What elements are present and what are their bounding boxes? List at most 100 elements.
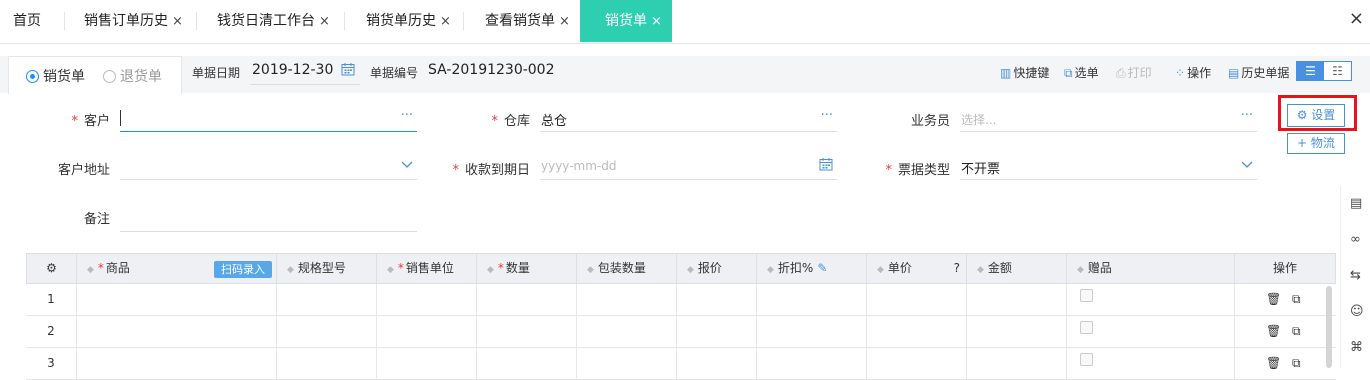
customer-field[interactable]: ··· (120, 108, 417, 132)
print-button[interactable]: ⎙ 打印 (1116, 64, 1152, 81)
cell-divider (1066, 316, 1067, 348)
right-dock: ▤ ∞ ⇆ ☺ ⌘ (1340, 186, 1370, 368)
remark-label: 备注 (40, 208, 110, 227)
delete-icon[interactable]: 🗑 (1266, 292, 1281, 306)
table-scrollbar[interactable] (1326, 286, 1332, 368)
cell-divider (966, 348, 967, 380)
tab-label: 销货单历史 (366, 13, 436, 29)
logistics-button[interactable]: + 物流 (1287, 133, 1345, 154)
notes-icon[interactable]: ▤ (1350, 196, 1362, 211)
column-gift[interactable]: ◆ 赠品 (1067, 254, 1235, 283)
list-view-icon[interactable]: ☰ (1297, 62, 1324, 80)
close-icon[interactable]: × (319, 14, 330, 29)
tab-label: 钱货日清工作台 (217, 13, 315, 29)
required-mark: * (885, 163, 892, 178)
chevron-down-icon[interactable] (1241, 158, 1253, 173)
column-amount[interactable]: ◆ 金额 (967, 254, 1067, 283)
exchange-icon[interactable]: ⇆ (1350, 268, 1361, 283)
gift-checkbox[interactable] (1080, 353, 1093, 366)
cell-divider (576, 316, 577, 348)
column-package-qty[interactable]: ◆ 包装数量 (577, 254, 677, 283)
sort-icon[interactable]: ◆ (977, 265, 984, 275)
copy-row-icon[interactable]: ⧉ (1292, 292, 1301, 307)
tab-sales-doc[interactable]: 销货单 × (580, 0, 672, 42)
sort-icon[interactable]: ◆ (487, 265, 494, 275)
tab-bar: 首页 销售订单历史 × 钱货日清工作台 × 销货单历史 × 查看销货单 × 销货单 × × (0, 0, 1370, 44)
ellipsis-icon[interactable]: ··· (401, 108, 413, 123)
gift-checkbox[interactable] (1080, 321, 1093, 334)
column-actions: 操作 (1235, 254, 1335, 283)
history-docs-button[interactable]: ▤ 历史单据 (1228, 64, 1289, 81)
sort-icon[interactable]: ◆ (877, 265, 884, 275)
radio-sales-doc[interactable]: 销货单 (26, 66, 85, 86)
edit-icon[interactable]: ✎ (817, 261, 827, 275)
delete-icon[interactable]: 🗑 (1266, 324, 1281, 338)
settings-button[interactable]: ⚙ 设置 (1287, 104, 1345, 127)
column-quote[interactable]: ◆ 报价 (677, 254, 757, 283)
cell-divider (376, 348, 377, 380)
radio-return-doc[interactable]: 退货单 (103, 66, 162, 86)
sort-icon[interactable]: ◆ (87, 265, 94, 275)
column-settings-icon[interactable]: ⚙ (27, 254, 77, 283)
tab-home[interactable]: 首页 (13, 0, 41, 42)
cell-divider (476, 284, 477, 316)
gift-checkbox[interactable] (1080, 289, 1093, 302)
shortcut-button[interactable]: ▥ 快捷键 (1000, 64, 1049, 81)
remark-field[interactable] (120, 208, 417, 232)
column-label: 赠品 (1087, 261, 1112, 275)
ticket-icon[interactable]: ⌘ (1350, 340, 1363, 355)
chevron-down-icon[interactable] (401, 158, 413, 173)
doc-date-input[interactable]: 2019-12-30 (252, 62, 333, 78)
close-icon[interactable]: × (559, 14, 570, 29)
due-date-field[interactable]: yyyy-mm-dd (540, 156, 837, 180)
sort-icon[interactable]: ◆ (687, 265, 694, 275)
close-window-icon[interactable]: × (1349, 8, 1364, 29)
copy-row-icon[interactable]: ⧉ (1292, 324, 1301, 339)
tab-sales-doc-history[interactable]: 销货单历史 × (366, 0, 451, 42)
label-text: 收款到期日 (464, 163, 530, 178)
ellipsis-icon[interactable]: ··· (1241, 108, 1253, 123)
tab-divider (463, 12, 464, 30)
copy-row-icon[interactable]: ⧉ (1292, 356, 1301, 371)
warehouse-field[interactable]: 总仓 ··· (540, 108, 837, 132)
salesperson-label: 业务员 (880, 110, 950, 129)
operations-button[interactable]: ⁘ 操作 (1175, 64, 1211, 81)
card-view-icon[interactable]: ☷ (1324, 62, 1351, 80)
required-mark: * (491, 114, 498, 129)
customer-address-select[interactable] (120, 156, 417, 180)
button-label: 打印 (1127, 66, 1152, 80)
link-icon[interactable]: ∞ (1350, 232, 1361, 247)
invoice-type-select[interactable]: 不开票 (960, 156, 1257, 180)
calendar-icon[interactable] (819, 157, 833, 175)
sort-icon[interactable]: ◆ (1077, 265, 1084, 275)
column-unit-price[interactable]: ◆ 单价? (867, 254, 967, 283)
cell-divider (1234, 284, 1235, 316)
sort-icon[interactable]: ◆ (587, 265, 594, 275)
tab-sales-order-history[interactable]: 销售订单历史 × (84, 0, 183, 42)
keyboard-icon: ▥ (1000, 66, 1012, 80)
salesperson-field[interactable]: 选择... ··· (960, 108, 1257, 132)
sort-icon[interactable]: ◆ (287, 265, 294, 275)
column-quantity[interactable]: ◆ * 数量 (477, 254, 577, 283)
ellipsis-icon[interactable]: ··· (821, 108, 833, 123)
scan-entry-button[interactable]: 扫码录入 (214, 261, 272, 278)
close-icon[interactable]: × (651, 14, 662, 29)
tab-divider (196, 12, 197, 30)
cell-divider (756, 284, 757, 316)
column-discount[interactable]: ◆ 折扣% ✎ (757, 254, 867, 283)
calendar-icon[interactable] (341, 62, 355, 80)
column-sales-unit[interactable]: ◆ * 销售单位 (377, 254, 477, 283)
column-label: 折扣% (777, 261, 814, 275)
tab-label: 查看销货单 (485, 13, 555, 29)
help-icon[interactable]: ? (954, 254, 960, 283)
sort-icon[interactable]: ◆ (767, 265, 774, 275)
sort-icon[interactable]: ◆ (387, 265, 394, 275)
close-icon[interactable]: × (440, 14, 451, 29)
user-icon[interactable]: ☺ (1350, 304, 1364, 319)
tab-view-sales-doc[interactable]: 查看销货单 × (485, 0, 570, 42)
close-icon[interactable]: × (172, 14, 183, 29)
select-doc-button[interactable]: ⧉ 选单 (1064, 64, 1099, 81)
cell-divider (1234, 348, 1235, 380)
column-spec[interactable]: ◆ 规格型号 (277, 254, 377, 283)
tab-cash-workbench[interactable]: 钱货日清工作台 × (217, 0, 330, 42)
